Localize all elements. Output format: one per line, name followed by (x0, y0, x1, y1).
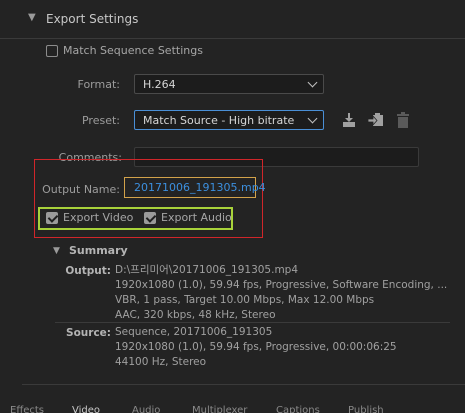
delete-preset-icon[interactable] (394, 111, 412, 129)
format-dropdown[interactable]: H.264 (134, 74, 324, 94)
tab-audio[interactable]: Audio (132, 405, 160, 413)
tab-video[interactable]: Video (72, 405, 100, 413)
summary-divider (55, 322, 450, 323)
tab-multiplexer[interactable]: Multiplexer (192, 405, 247, 413)
settings-tab-bar: Effects Video Audio Multiplexer Captions… (0, 403, 465, 413)
summary-source-line: Sequence, 20171006_191305 (115, 326, 273, 338)
summary-source-line: 1920x1080 (1.0), 59.94 fps, Progressive,… (115, 341, 397, 353)
match-sequence-label: Match Sequence Settings (63, 44, 203, 57)
tab-publish[interactable]: Publish (348, 405, 384, 413)
summary-output-line: 1920x1080 (1.0), 59.94 fps, Progressive,… (115, 279, 448, 291)
output-name-field[interactable]: 20171006_191305.mp4 (124, 177, 266, 198)
preset-label: Preset: (81, 114, 120, 127)
summary-output-line: AAC, 320 kbps, 48 kHz, Stereo (115, 309, 276, 321)
output-name-label: Output Name: (42, 183, 120, 196)
export-video-label: Export Video (63, 211, 134, 224)
summary-source-details: Sequence, 20171006_191305 1920x1080 (1.0… (115, 325, 397, 370)
chevron-down-icon[interactable]: ▼ (28, 12, 36, 23)
summary-source-line: 44100 Hz, Stereo (115, 356, 207, 368)
summary-output-line: VBR, 1 pass, Target 10.00 Mbps, Max 12.0… (115, 294, 375, 306)
tab-effects[interactable]: Effects (10, 405, 44, 413)
summary-source-key: Source: (66, 327, 111, 339)
chevron-down-icon (307, 113, 318, 124)
summary-output-key: Output: (65, 265, 111, 277)
summary-title: Summary (69, 244, 128, 257)
format-value: H.264 (143, 78, 176, 91)
match-sequence-checkbox[interactable] (46, 45, 58, 57)
format-label: Format: (77, 78, 120, 91)
export-video-checkbox[interactable] (46, 212, 58, 224)
export-settings-panel: ▼ Export Settings Match Sequence Setting… (0, 0, 465, 413)
panel-bottom-divider (22, 384, 465, 385)
export-audio-label: Export Audio (161, 211, 232, 224)
summary-output-details: D:\프리미어\20171006_191305.mp4 1920x1080 (1… (115, 263, 447, 323)
chevron-down-icon (307, 77, 318, 88)
save-preset-icon[interactable] (340, 111, 358, 129)
section-title: Export Settings (46, 12, 139, 26)
chevron-down-icon[interactable]: ▼ (53, 246, 60, 256)
preset-value: Match Source - High bitrate (143, 114, 295, 127)
export-settings-header[interactable]: ▼ Export Settings (0, 0, 465, 39)
preset-dropdown[interactable]: Match Source - High bitrate (134, 110, 324, 130)
export-audio-checkbox[interactable] (144, 212, 156, 224)
import-preset-icon[interactable] (367, 111, 385, 129)
tab-captions[interactable]: Captions (276, 405, 320, 413)
summary-output-line: D:\프리미어\20171006_191305.mp4 (115, 264, 299, 276)
output-name-value[interactable]: 20171006_191305.mp4 (134, 181, 266, 194)
